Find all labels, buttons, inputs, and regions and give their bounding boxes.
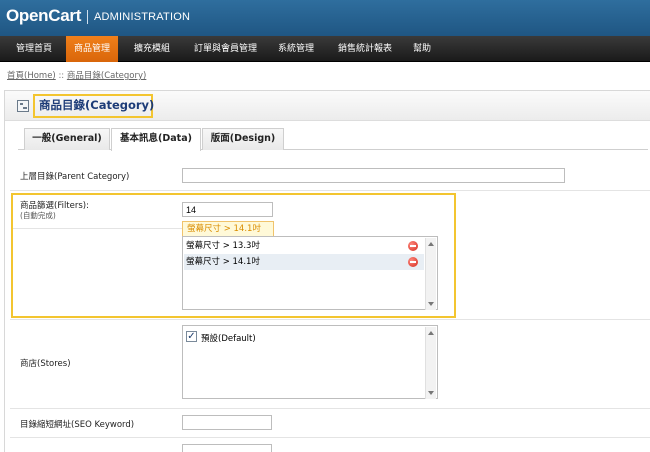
opencart-logo[interactable]: OpenCart [6,6,81,26]
filters-listbox[interactable]: 螢幕尺寸 > 13.3吋 螢幕尺寸 > 14.1吋 [182,236,438,310]
seo-keyword-label: 目錄縮短網址(SEO Keyword) [20,420,135,430]
scroll-up-icon[interactable] [428,242,434,246]
logo-divider [87,10,88,24]
row-divider [10,319,650,320]
menu-item-catalog[interactable]: 商品管理 [66,36,119,62]
breadcrumb-separator: :: [58,71,65,81]
store-default-checkbox[interactable]: ✓ [186,331,197,342]
filters-scrollbar[interactable] [425,238,436,310]
checkmark-icon: ✓ [187,331,196,342]
store-default-label: 預設(Default) [201,334,256,344]
menu-item-dashboard[interactable]: 管理首頁 [8,36,60,62]
filter-list-item: 螢幕尺寸 > 13.3吋 [184,238,424,254]
box-heading: 商品目錄(Category) [5,91,650,121]
menu-item-help[interactable]: 幫助 [405,36,439,62]
breadcrumb: 首頁(Home) :: 商品目錄(Category) [7,69,146,81]
category-icon [17,100,29,112]
menu-item-reports[interactable]: 銷售統計報表 [330,36,400,62]
menu-item-sales[interactable]: 訂單與會員管理 [186,36,265,62]
parent-category-input[interactable] [182,168,565,183]
remove-icon[interactable] [408,257,418,267]
row-divider [10,408,650,409]
parent-category-label: 上層目錄(Parent Category) [20,172,130,182]
app-header: OpenCart ADMINISTRATION [0,0,650,36]
filter-item-label: 螢幕尺寸 > 13.3吋 [186,241,260,251]
tab-general[interactable]: 一般(General) [24,128,110,150]
row-divider [10,437,650,438]
autocomplete-suggestion[interactable]: 螢幕尺寸 > 14.1吋 [182,221,274,237]
filters-input[interactable] [182,202,273,217]
row-divider [10,190,650,191]
stores-label: 商店(Stores) [20,359,71,369]
filters-help: (自動完成) [20,211,56,220]
scroll-down-icon[interactable] [428,391,434,395]
tab-data[interactable]: 基本訊息(Data) [111,128,201,151]
breadcrumb-home[interactable]: 首頁(Home) [7,71,56,81]
scroll-down-icon[interactable] [428,302,434,306]
form-tabs: 一般(General) 基本訊息(Data) 版面(Design) [18,128,648,151]
remove-icon[interactable] [408,241,418,251]
page-title: 商品目錄(Category) [33,94,154,118]
admin-subtitle: ADMINISTRATION [94,11,191,23]
breadcrumb-current[interactable]: 商品目錄(Category) [67,71,146,81]
next-row-input[interactable] [182,444,272,452]
seo-keyword-input[interactable] [182,415,272,430]
menu-item-extensions[interactable]: 擴充模組 [126,36,178,62]
main-menu: 管理首頁 商品管理 擴充模組 訂單與會員管理 系統管理 銷售統計報表 幫助 [0,36,650,62]
menu-item-system[interactable]: 系統管理 [270,36,322,62]
stores-scrollbar[interactable] [425,327,436,399]
tab-design[interactable]: 版面(Design) [202,128,284,150]
filter-list-item: 螢幕尺寸 > 14.1吋 [184,254,424,270]
scroll-up-icon[interactable] [428,331,434,335]
filter-item-label: 螢幕尺寸 > 14.1吋 [186,257,260,267]
